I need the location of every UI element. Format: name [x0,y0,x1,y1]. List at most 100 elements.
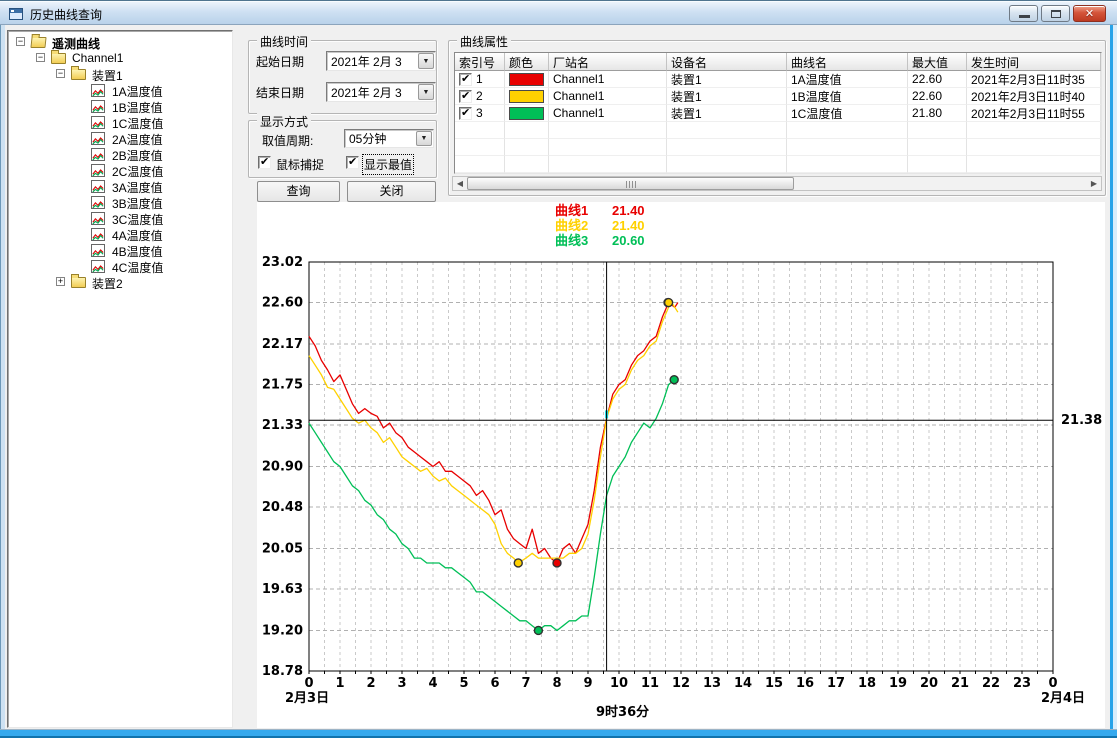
curve-color-swatch [509,107,544,120]
table-cell: 1 [455,71,505,88]
tree-item[interactable]: −Channel1 [8,50,232,66]
day-label-right: 2月4日 [1041,691,1085,706]
legend-value: 20.60 [612,233,645,248]
close-icon: ✕ [1074,7,1105,20]
close-button[interactable]: ✕ [1073,5,1106,22]
x-axis-tick-label: 0 [1048,676,1057,691]
tree-item[interactable]: 3C温度值 [8,210,232,226]
table-horizontal-scrollbar[interactable]: ◀ ▶ [452,176,1102,191]
x-axis-tick-label: 21 [951,676,969,691]
x-axis-tick-label: 8 [552,676,561,691]
folder-icon [71,277,86,288]
curve-color-swatch [509,73,544,86]
min-marker [553,559,561,567]
tree-item[interactable]: 2B温度值 [8,146,232,162]
app-icon [9,8,23,20]
tree-item[interactable]: 4B温度值 [8,242,232,258]
tree-item[interactable]: −装置1 [8,66,232,82]
scroll-left-icon[interactable]: ◀ [453,177,467,190]
folder-icon [51,53,66,64]
chevron-down-icon[interactable]: ▼ [418,53,434,69]
chevron-down-icon[interactable]: ▼ [416,131,432,146]
table-row[interactable]: 1Channel1装置11A温度值22.602021年2月3日11时35 [455,71,1101,88]
table-row[interactable] [455,122,1101,139]
column-header[interactable]: 厂站名 [549,53,667,71]
expander-icon[interactable]: − [56,69,65,78]
day-label-left: 2月3日 [285,691,329,706]
series-line-曲线2 [309,303,678,564]
query-button[interactable]: 查询 [257,181,340,202]
chart-icon [91,100,105,113]
table-cell [549,156,667,173]
tree-item[interactable]: + 装置2 [8,274,232,290]
close-dialog-button[interactable]: 关闭 [347,181,436,202]
expander-icon[interactable]: − [36,53,45,62]
mouse-capture-checkbox[interactable] [258,156,271,169]
table-cell: 装置1 [667,71,787,88]
column-header[interactable]: 颜色 [505,53,549,71]
x-axis-tick-label: 9 [583,676,592,691]
y-axis-tick-label: 20.05 [262,541,303,556]
tree-item[interactable]: 3B温度值 [8,194,232,210]
column-header[interactable]: 发生时间 [967,53,1101,71]
table-cell [667,156,787,173]
table-cell: Channel1 [549,105,667,122]
min-marker [514,559,522,567]
column-header[interactable]: 设备名 [667,53,787,71]
curve-properties-table: 索引号颜色厂站名设备名曲线名最大值发生时间1Channel1装置11A温度值22… [454,52,1102,174]
column-header[interactable]: 最大值 [908,53,967,71]
start-date-combo[interactable]: 2021年 2月 3 ▼ [326,51,436,71]
titlebar: 历史曲线查询 ✕ [0,0,1117,25]
legend-item: 曲线121.40 [555,203,645,218]
restore-button[interactable] [1041,5,1070,22]
row-index: 2 [476,89,483,103]
table-row[interactable]: 3Channel1装置11C温度值21.802021年2月3日11时55 [455,105,1101,122]
curve-color-swatch [509,90,544,103]
x-axis-tick-label: 2 [366,676,375,691]
tree-item[interactable]: 1C温度值 [8,114,232,130]
column-header[interactable]: 曲线名 [787,53,908,71]
tree-item[interactable]: 4A温度值 [8,226,232,242]
scrollbar-thumb[interactable] [467,177,794,190]
tree-item[interactable]: 2A温度值 [8,130,232,146]
row-checkbox[interactable] [459,90,472,103]
x-axis-tick-label: 3 [397,676,406,691]
expander-icon[interactable]: + [56,277,65,286]
tree-item[interactable]: 1B温度值 [8,98,232,114]
tree-item-label: 装置2 [92,275,123,292]
expander-icon[interactable]: − [16,37,25,46]
minimize-button[interactable] [1009,5,1038,22]
tree-item[interactable]: −遥测曲线 [8,34,232,50]
tree-item[interactable]: 4C温度值 [8,258,232,274]
table-cell [505,88,549,105]
table-cell: 2 [455,88,505,105]
table-cell [787,139,908,156]
end-date-combo[interactable]: 2021年 2月 3 ▼ [326,82,436,102]
row-checkbox[interactable] [459,73,472,86]
window-border-bottom [0,729,1117,738]
end-date-label: 结束日期 [256,84,304,101]
chevron-down-icon[interactable]: ▼ [418,84,434,100]
table-cell [505,139,549,156]
legend-value: 21.40 [612,203,645,218]
table-row[interactable] [455,139,1101,156]
tree-item[interactable]: 3A温度值 [8,178,232,194]
table-cell: 3 [455,105,505,122]
row-checkbox[interactable] [459,107,472,120]
x-axis-tick-label: 14 [734,676,752,691]
tree-item[interactable]: 1A温度值 [8,82,232,98]
scroll-right-icon[interactable]: ▶ [1087,177,1101,190]
table-row[interactable]: 2Channel1装置11B温度值22.602021年2月3日11时40 [455,88,1101,105]
show-extremes-checkbox[interactable] [346,156,359,169]
y-axis-tick-label: 20.90 [262,460,303,475]
table-row[interactable] [455,156,1101,173]
period-combo[interactable]: 05分钟 ▼ [344,129,434,148]
y-axis-tick-label: 22.60 [262,296,303,311]
chart-icon [91,244,105,257]
table-cell [908,139,967,156]
tree-item[interactable]: 2C温度值 [8,162,232,178]
table-cell: 1C温度值 [787,105,908,122]
table-cell: 2021年2月3日11时40 [967,88,1101,105]
app-window: 历史曲线查询 ✕ −遥测曲线−Channel1−装置11A温度值1B温度值1C温… [0,0,1117,738]
column-header[interactable]: 索引号 [455,53,505,71]
